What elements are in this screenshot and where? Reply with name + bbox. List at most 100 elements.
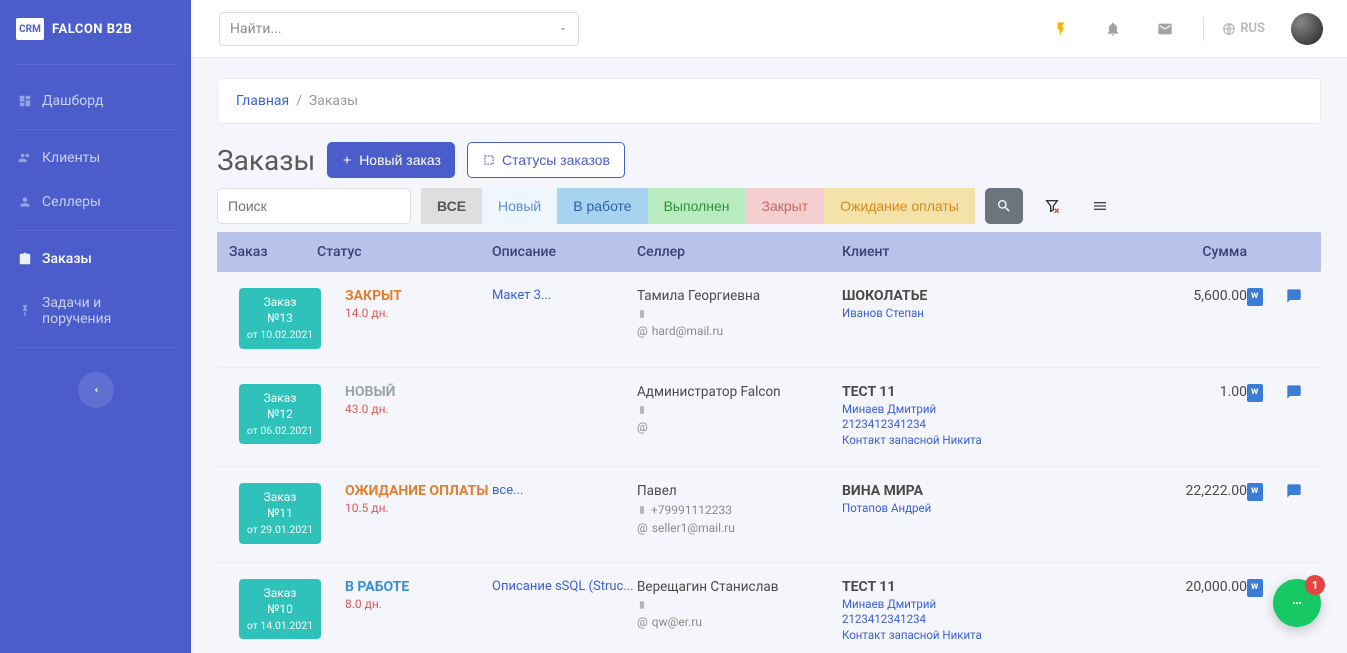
sidebar-item-sellers[interactable]: Селлеры — [0, 180, 191, 224]
word-export-icon[interactable] — [1247, 579, 1263, 597]
order-description-link[interactable]: Макет 3... — [492, 288, 637, 303]
content: Главная / Заказы Заказы Новый заказ Стат… — [191, 58, 1347, 653]
phone-icon — [637, 404, 647, 416]
client-contact-link[interactable]: 2123412341234 — [842, 417, 1157, 433]
user-icon — [18, 195, 32, 209]
sidebar-collapse-button[interactable] — [78, 372, 114, 408]
word-export-icon[interactable] — [1247, 483, 1263, 501]
client-contact-link[interactable]: Иванов Степан — [842, 306, 1157, 322]
bolt-icon[interactable] — [1053, 21, 1069, 37]
at-icon: @ — [637, 420, 648, 434]
client-contact-link[interactable]: Потапов Андрей — [842, 501, 1157, 517]
table-row: Заказ №10 от 14.01.2021 В РАБОТЕ 8.0 дн.… — [217, 563, 1321, 653]
client-name[interactable]: ШОКОЛАТЬЕ — [842, 288, 1157, 304]
sidebar-item-orders[interactable]: Заказы — [0, 237, 191, 281]
breadcrumb-sep: / — [296, 93, 302, 109]
filter-clear-icon — [1044, 198, 1060, 214]
client-name[interactable]: ТЕСТ 11 — [842, 384, 1157, 400]
col-desc: Описание — [492, 244, 637, 260]
status-label: В РАБОТЕ — [345, 579, 492, 595]
tab-all[interactable]: ВСЕ — [421, 188, 482, 224]
client-contact-link[interactable]: Минаев Дмитрий — [842, 402, 1157, 418]
client-name[interactable]: ТЕСТ 11 — [842, 579, 1157, 595]
comment-button[interactable] — [1285, 384, 1303, 404]
order-card-date: от 14.01.2021 — [247, 619, 313, 632]
order-card-top: Заказ — [243, 294, 317, 310]
sidebar-item-tasks[interactable]: Задачи и поручения — [0, 281, 191, 341]
new-order-label: Новый заказ — [359, 152, 441, 168]
order-card[interactable]: Заказ №10 от 14.01.2021 — [239, 579, 321, 640]
global-search-select[interactable]: Найти... — [219, 12, 579, 46]
tab-new[interactable]: Новый — [482, 188, 557, 224]
sidebar-item-label: Селлеры — [42, 194, 101, 210]
at-icon: @ — [637, 324, 648, 338]
sidebar-item-dashboard[interactable]: Дашборд — [0, 79, 191, 123]
order-description-link[interactable]: Описание sSQL (Struc... — [492, 579, 637, 594]
dashboard-icon — [18, 94, 32, 108]
col-client: Клиент — [842, 244, 1157, 260]
plus-icon — [341, 154, 353, 166]
new-order-button[interactable]: Новый заказ — [327, 142, 455, 178]
breadcrumb-home[interactable]: Главная — [236, 93, 289, 109]
chevron-left-icon — [91, 385, 101, 395]
sidebar-item-label: Заказы — [42, 251, 92, 267]
table-row: Заказ №12 от 06.02.2021 НОВЫЙ 43.0 дн. А… — [217, 368, 1321, 468]
chevron-down-icon — [558, 24, 568, 34]
order-card[interactable]: Заказ №11 от 29.01.2021 — [239, 483, 321, 544]
order-statuses-button[interactable]: Статусы заказов — [467, 142, 625, 178]
comment-icon — [1285, 384, 1303, 400]
search-icon — [996, 198, 1012, 214]
order-sum: 1.00 — [1157, 384, 1247, 400]
bell-icon[interactable] — [1105, 21, 1121, 37]
menu-button[interactable] — [1081, 188, 1119, 224]
order-sum: 5,600.00 — [1157, 288, 1247, 304]
col-order: Заказ — [217, 244, 317, 260]
sidebar-item-label: Дашборд — [42, 93, 103, 109]
tab-closed[interactable]: Закрыт — [745, 188, 824, 224]
order-card-date: от 10.02.2021 — [247, 328, 313, 341]
order-card[interactable]: Заказ №12 от 06.02.2021 — [239, 384, 321, 445]
language-selector[interactable]: RUS — [1222, 21, 1265, 36]
tab-inwork[interactable]: В работе — [557, 188, 647, 224]
client-name[interactable]: ВИНА МИРА — [842, 483, 1157, 499]
sidebar-item-clients[interactable]: Клиенты — [0, 136, 191, 180]
envelope-icon[interactable] — [1157, 21, 1173, 37]
seller-name: Тамила Георгиевна — [637, 288, 842, 304]
client-contact-link[interactable]: 2123412341234 — [842, 612, 1157, 628]
avatar[interactable] — [1291, 13, 1323, 45]
logo[interactable]: CRM FALCON B2B — [0, 0, 191, 58]
page-title: Заказы — [217, 144, 315, 177]
tab-pending[interactable]: Ожидание оплаты — [824, 188, 975, 224]
word-export-icon[interactable] — [1247, 384, 1263, 402]
main: Найти... RUS Главная / Заказы Зак — [191, 0, 1347, 653]
seller-phone: +79991112233 — [651, 503, 732, 517]
client-contact-link[interactable]: Минаев Дмитрий — [842, 597, 1157, 613]
seller-email: hard@mail.ru — [652, 324, 723, 338]
orders-list: Заказ №13 от 10.02.2021 ЗАКРЫТ 14.0 дн. … — [217, 272, 1321, 653]
logo-text: FALCON B2B — [52, 22, 132, 37]
orders-search-input[interactable] — [217, 188, 411, 224]
client-contact-link[interactable]: Контакт запасной Никита — [842, 628, 1157, 644]
word-export-icon[interactable] — [1247, 288, 1263, 306]
clipboard-icon — [18, 252, 32, 266]
order-card[interactable]: Заказ №13 от 10.02.2021 — [239, 288, 321, 349]
tab-done[interactable]: Выполнен — [648, 188, 746, 224]
chat-fab[interactable]: 1 — [1273, 579, 1321, 627]
col-sum: Сумма — [1157, 244, 1247, 260]
order-description-link[interactable]: все... — [492, 483, 637, 498]
order-sum: 20,000.00 — [1157, 579, 1247, 595]
clear-filter-button[interactable] — [1033, 188, 1071, 224]
search-button[interactable] — [985, 188, 1023, 224]
chat-icon — [1288, 594, 1306, 612]
table-header: Заказ Статус Описание Селлер Клиент Сумм… — [217, 232, 1321, 272]
client-contact-link[interactable]: Контакт запасной Никита — [842, 433, 1157, 449]
at-icon: @ — [637, 615, 648, 629]
comment-button[interactable] — [1285, 483, 1303, 503]
logo-mark: CRM — [16, 18, 44, 40]
order-card-num: №12 — [243, 406, 317, 422]
status-days: 10.5 дн. — [345, 501, 492, 515]
cog-icon — [482, 153, 496, 167]
comment-button[interactable] — [1285, 288, 1303, 308]
status-days: 14.0 дн. — [345, 306, 492, 320]
comment-icon — [1285, 288, 1303, 304]
